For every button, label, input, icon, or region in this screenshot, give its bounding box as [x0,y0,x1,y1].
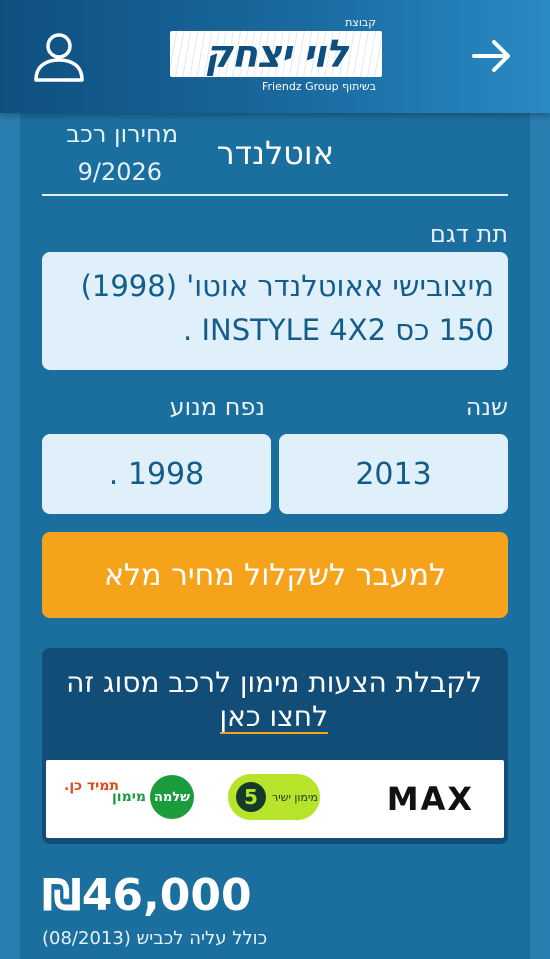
full-price-button[interactable]: למעבר לשקלול מחיר מלא [42,532,508,618]
price-list-date: 9/2026 [77,158,162,186]
financing-banner: לקבלת הצעות מימון לרכב מסוג זה לחצו כאן … [42,648,508,844]
tamid-logo[interactable]: תמיד כן. [64,778,119,794]
financing-text: לקבלת הצעות מימון לרכב מסוג זה [66,666,482,699]
final-price: ₪46,000 [42,870,252,921]
model-name: אוטלנדר [216,134,334,172]
logo-top-text: קבוצת [345,16,376,29]
submodel-label: תת דגם [429,220,508,248]
brand-logo: קבוצת לוי יצחק Friendz Group בשיתוף [166,14,386,100]
divider [42,194,508,196]
app-header: קבוצת לוי יצחק Friendz Group בשיתוף [0,0,550,113]
direct-number: 5 [236,782,266,812]
shlomo-circle: שלמה [150,775,194,819]
year-field[interactable]: 2013 [279,434,508,514]
direct-text: מימון ישיר [272,790,318,804]
year-label: שנה [465,393,508,421]
financing-link[interactable]: לחצו כאן [219,702,328,734]
direct-finance-logo[interactable]: 5 מימון ישיר [228,774,320,820]
price-note: כולל עליה לכביש (08/2013) [42,928,268,949]
max-logo[interactable]: MAX [387,780,474,818]
user-icon[interactable] [32,30,86,84]
logo-bottom-text: Friendz Group בשיתוף [262,80,376,93]
submodel-field[interactable]: מיצובישי אאוטלנדר אוטו' (1998) 150 כס IN… [42,252,508,370]
arrow-right-icon[interactable] [470,34,514,78]
logo-box: לוי יצחק [170,31,382,77]
shlomo-logo[interactable]: מימון שלמה [112,774,208,820]
partners-strip: MAX 5 מימון ישיר מימון שלמה תמיד כן. [46,760,504,838]
engine-label: נפח מנוע [169,393,265,421]
price-list-label: מחירון רכב [66,120,178,148]
engine-field[interactable]: 1998 . [42,434,271,514]
logo-name: לוי יצחק [204,32,349,76]
